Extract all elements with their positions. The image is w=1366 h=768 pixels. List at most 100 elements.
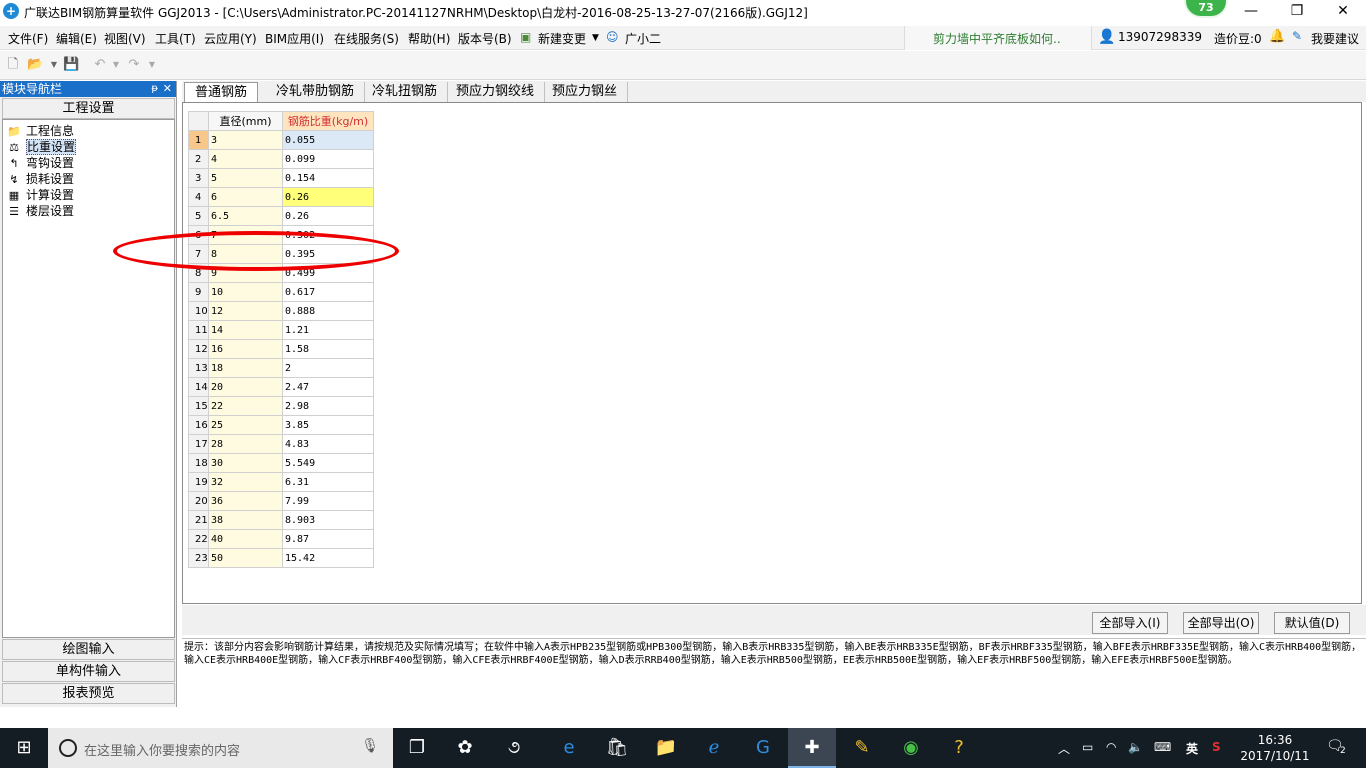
weight-cell[interactable]: 5.549	[282, 453, 374, 473]
row-number[interactable]: 9	[188, 282, 209, 302]
table-row[interactable]: 12 16 1.58	[188, 339, 374, 359]
diameter-cell[interactable]: 25	[208, 415, 283, 435]
help-doc-icon[interactable]: ?	[935, 728, 983, 768]
row-number[interactable]: 4	[188, 187, 209, 207]
diameter-cell[interactable]: 30	[208, 453, 283, 473]
diameter-cell[interactable]: 38	[208, 510, 283, 530]
file-explorer-icon[interactable]: 📁	[642, 728, 690, 768]
row-number[interactable]: 10	[188, 301, 209, 321]
microphone-icon[interactable]: 🎙	[361, 738, 379, 754]
tab-prestressed-wire[interactable]: 预应力钢丝	[542, 82, 629, 103]
battery-icon[interactable]: ▭	[1082, 740, 1093, 754]
wifi-icon[interactable]: ◠	[1106, 740, 1116, 754]
ggj-app-icon[interactable]: ✚	[788, 728, 836, 768]
weight-cell[interactable]: 6.31	[282, 472, 374, 492]
ie-browser-icon[interactable]: ℯ	[690, 728, 738, 768]
diameter-cell[interactable]: 36	[208, 491, 283, 511]
diameter-cell[interactable]: 6.5	[208, 206, 283, 226]
sogou-icon[interactable]: S	[1212, 740, 1221, 754]
menu-tools[interactable]: 工具(T)	[155, 30, 196, 47]
row-number[interactable]: 5	[188, 206, 209, 226]
table-row[interactable]: 3 5 0.154	[188, 168, 374, 188]
weight-cell[interactable]: 0.26	[282, 187, 374, 207]
restore-button[interactable]: ❐	[1274, 0, 1320, 23]
diameter-cell[interactable]: 10	[208, 282, 283, 302]
export-all-button[interactable]: 全部导出(O)	[1183, 612, 1259, 634]
weight-cell[interactable]: 0.26	[282, 206, 374, 226]
weight-cell[interactable]: 2.98	[282, 396, 374, 416]
menu-new-change[interactable]: 新建变更	[538, 30, 586, 47]
weight-cell[interactable]: 9.87	[282, 529, 374, 549]
weight-cell[interactable]: 8.903	[282, 510, 374, 530]
table-row[interactable]: 18 30 5.549	[188, 453, 374, 473]
table-row[interactable]: 2 4 0.099	[188, 149, 374, 169]
table-row[interactable]: 16 25 3.85	[188, 415, 374, 435]
store-icon[interactable]: 🛍	[593, 728, 641, 768]
weight-cell[interactable]: 0.099	[282, 149, 374, 169]
menu-online[interactable]: 在线服务(S)	[334, 30, 399, 47]
weight-cell[interactable]: 15.42	[282, 548, 374, 568]
close-panel-icon[interactable]: ✕	[163, 81, 172, 97]
weight-cell[interactable]: 0.888	[282, 301, 374, 321]
green-circle-app-icon[interactable]: ◉	[887, 728, 935, 768]
row-number[interactable]: 14	[188, 377, 209, 397]
table-row[interactable]: 1 3 0.055	[188, 130, 374, 150]
row-number[interactable]: 12	[188, 339, 209, 359]
diameter-cell[interactable]: 3	[208, 130, 283, 150]
table-row[interactable]: 4 6 0.26	[188, 187, 374, 207]
weight-cell[interactable]: 2.47	[282, 377, 374, 397]
row-number[interactable]: 21	[188, 510, 209, 530]
diameter-cell[interactable]: 32	[208, 472, 283, 492]
tree-item-2[interactable]: ↰ 弯钩设置	[6, 155, 74, 171]
weight-cell[interactable]: 0.055	[282, 130, 374, 150]
table-row[interactable]: 10 12 0.888	[188, 301, 374, 321]
table-row[interactable]: 21 38 8.903	[188, 510, 374, 530]
diameter-cell[interactable]: 22	[208, 396, 283, 416]
diameter-cell[interactable]: 50	[208, 548, 283, 568]
row-number[interactable]: 11	[188, 320, 209, 340]
user-phone[interactable]: 13907298339	[1118, 30, 1202, 44]
table-row[interactable]: 23 50 15.42	[188, 548, 374, 568]
weight-cell[interactable]: 3.85	[282, 415, 374, 435]
bell-icon[interactable]: 🔔	[1269, 29, 1285, 44]
row-number[interactable]: 23	[188, 548, 209, 568]
row-number[interactable]: 19	[188, 472, 209, 492]
weight-cell[interactable]: 7.99	[282, 491, 374, 511]
row-number[interactable]: 3	[188, 168, 209, 188]
section-component-input[interactable]: 单构件输入	[2, 661, 175, 682]
row-number[interactable]: 16	[188, 415, 209, 435]
redo-icon[interactable]: ↷	[126, 57, 142, 73]
menu-edit[interactable]: 编辑(E)	[56, 30, 97, 47]
weight-cell[interactable]: 2	[282, 358, 374, 378]
task-view-icon[interactable]: ❐	[393, 728, 441, 768]
weight-cell[interactable]: 0.617	[282, 282, 374, 302]
tree-item-4[interactable]: ▦ 计算设置	[6, 187, 74, 203]
tree-item-0[interactable]: 📁 工程信息	[6, 123, 74, 139]
diameter-cell[interactable]: 5	[208, 168, 283, 188]
save-icon[interactable]: 💾	[63, 57, 79, 73]
close-button[interactable]: ✕	[1320, 0, 1366, 23]
menu-file[interactable]: 文件(F)	[8, 30, 48, 47]
diameter-cell[interactable]: 20	[208, 377, 283, 397]
table-row[interactable]: 22 40 9.87	[188, 529, 374, 549]
tray-expand-icon[interactable]: ︿	[1058, 740, 1070, 757]
tab-prestressed-strand[interactable]: 预应力钢绞线	[446, 82, 546, 103]
windows-start-icon[interactable]: ⊞	[0, 728, 48, 768]
notes-app-icon[interactable]: ✎	[838, 728, 886, 768]
menu-assistant[interactable]: 广小二	[625, 30, 661, 47]
weight-cell[interactable]: 0.154	[282, 168, 374, 188]
weight-cell[interactable]: 4.83	[282, 434, 374, 454]
table-row[interactable]: 17 28 4.83	[188, 434, 374, 454]
qa-ticker[interactable]: 剪力墙中平齐底板如何..	[904, 26, 1092, 50]
price-beans[interactable]: 造价豆:0	[1214, 30, 1262, 47]
row-number[interactable]: 15	[188, 396, 209, 416]
taskbar-search[interactable]: 在这里输入你要搜索的内容 🎙	[48, 728, 393, 768]
new-file-icon[interactable]: 🗋	[5, 57, 21, 73]
suggest-link[interactable]: 我要建议	[1311, 30, 1359, 47]
edge-browser-icon[interactable]: e	[545, 728, 593, 768]
table-row[interactable]: 5 6.5 0.26	[188, 206, 374, 226]
system-clock[interactable]: 16:36 2017/10/11	[1240, 732, 1310, 764]
undo-icon[interactable]: ↶	[92, 57, 108, 73]
diameter-cell[interactable]: 40	[208, 529, 283, 549]
section-project-settings[interactable]: 工程设置	[2, 98, 175, 119]
